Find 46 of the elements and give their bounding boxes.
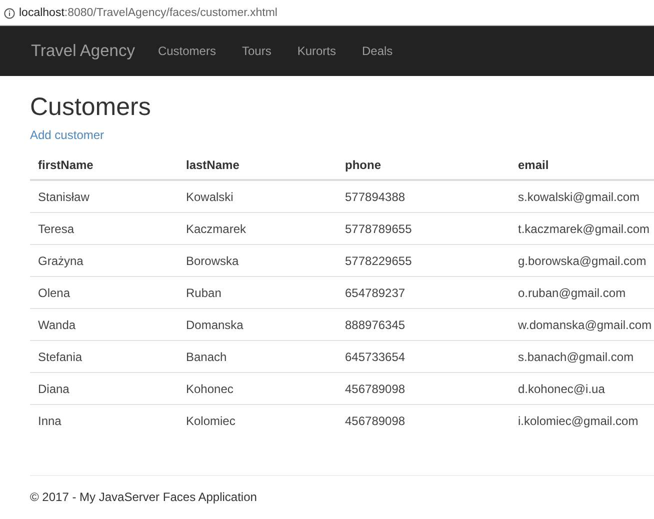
table-cell: o.ruban@gmail.com <box>510 276 654 308</box>
table-cell: i.kolomiec@gmail.com <box>510 404 654 436</box>
info-icon[interactable] <box>4 8 15 18</box>
brand-link[interactable]: Travel Agency <box>31 42 135 60</box>
table-cell: Kowalski <box>178 180 337 212</box>
table-cell: Teresa <box>30 212 178 244</box>
nav-link[interactable]: Kurorts <box>297 44 336 58</box>
table-cell: Grażyna <box>30 244 178 276</box>
table-cell: Banach <box>178 340 337 372</box>
table-cell: Ruban <box>178 276 337 308</box>
table-cell: 456789098 <box>337 404 510 436</box>
table-cell: w.domanska@gmail.com <box>510 308 654 340</box>
table-cell: Kaczmarek <box>178 212 337 244</box>
table-cell: Wanda <box>30 308 178 340</box>
table-cell: Stefania <box>30 340 178 372</box>
table-cell: Kolomiec <box>178 404 337 436</box>
table-cell: s.banach@gmail.com <box>510 340 654 372</box>
table-cell: Inna <box>30 404 178 436</box>
table-cell: g.borowska@gmail.com <box>510 244 654 276</box>
table-cell: 645733654 <box>337 340 510 372</box>
table-cell: 888976345 <box>337 308 510 340</box>
page-title: Customers <box>30 92 152 122</box>
table-cell: Stanisław <box>30 180 178 212</box>
column-header: phone <box>337 150 510 180</box>
url-text[interactable]: localhost:8080/TravelAgency/faces/customer.xhtml <box>19 7 278 19</box>
nav-link[interactable]: Tours <box>242 44 272 58</box>
nav-link[interactable]: Deals <box>362 44 393 58</box>
table-cell: 577894388 <box>337 180 510 212</box>
nav-link[interactable]: Customers <box>158 44 216 58</box>
column-header: email <box>510 150 654 180</box>
column-header: lastName <box>178 150 337 180</box>
table-cell: 5778789655 <box>337 212 510 244</box>
table-cell: 456789098 <box>337 372 510 404</box>
table-cell: 654789237 <box>337 276 510 308</box>
table-cell: Domanska <box>178 308 337 340</box>
table-cell: Borowska <box>178 244 337 276</box>
table-cell: Diana <box>30 372 178 404</box>
table-cell: Olena <box>30 276 178 308</box>
footer-text: © 2017 - My JavaServer Faces Application <box>30 490 258 504</box>
add-customer-link[interactable]: Add customer <box>30 128 104 142</box>
table-cell: t.kaczmarek@gmail.com <box>510 212 654 244</box>
table-cell: s.kowalski@gmail.com <box>510 180 654 212</box>
table-cell: d.kohonec@i.ua <box>510 372 654 404</box>
column-header: firstName <box>30 150 178 180</box>
table-cell: Kohonec <box>178 372 337 404</box>
table-cell: 5778229655 <box>337 244 510 276</box>
